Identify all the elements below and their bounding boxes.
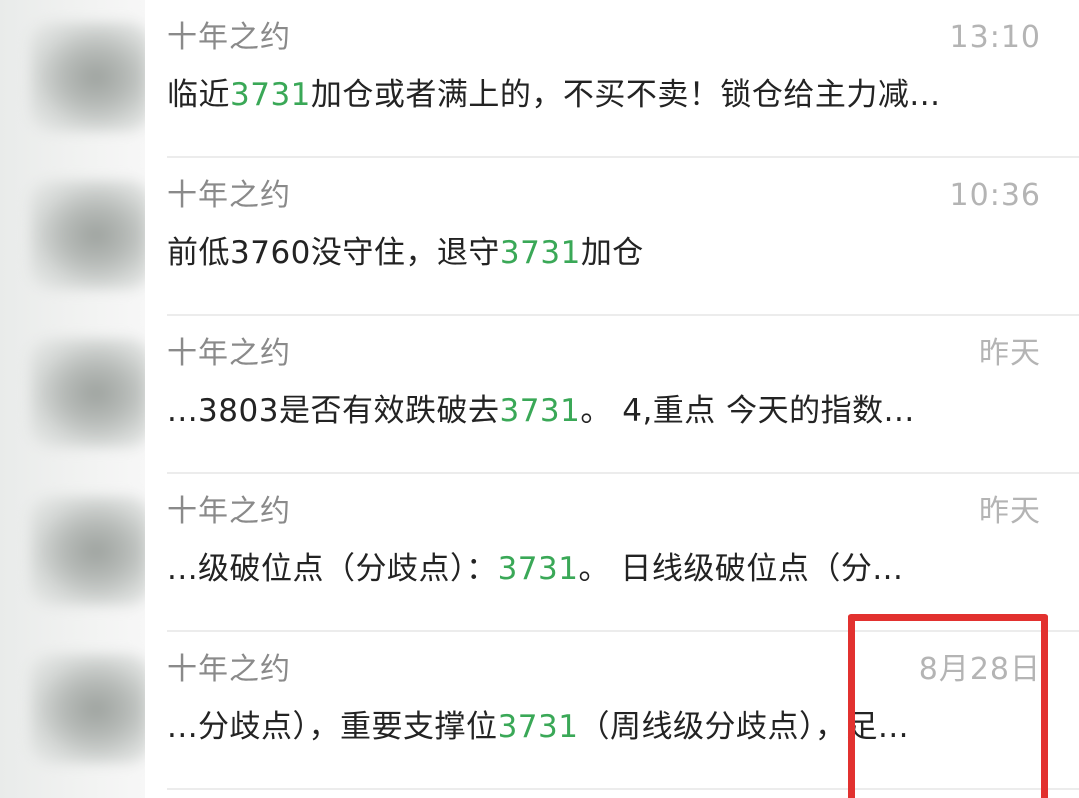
sender-name: 十年之约: [167, 178, 291, 213]
blurred-avatar-column: [0, 0, 145, 798]
message-snippet: ...级破位点（分歧点）：3731。 日线级破位点（分...: [167, 547, 903, 591]
sender-name: 十年之约: [167, 494, 291, 529]
message-time: 10:36: [949, 178, 1041, 213]
message-snippet: 临近3731加仓或者满上的，不买不卖！锁仓给主力减...: [167, 73, 940, 117]
sender-name: 十年之约: [167, 652, 291, 687]
message-time: 13:10: [949, 20, 1041, 55]
avatar[interactable]: [30, 338, 145, 448]
keyword-highlight: 3731: [497, 551, 579, 587]
avatar[interactable]: [30, 654, 145, 764]
list-item[interactable]: 十年之约 昨天 ...级破位点（分歧点）：3731。 日线级破位点（分...: [167, 474, 1079, 632]
message-snippet: ...分歧点），重要支撑位3731（周线级分歧点），足...: [167, 705, 909, 749]
message-snippet: 前低3760没守住，退守3731加仓: [167, 231, 644, 275]
avatar[interactable]: [30, 496, 145, 606]
message-time: 昨天: [979, 494, 1041, 529]
keyword-highlight: 3731: [499, 393, 581, 429]
snippet-text: 临近: [167, 77, 230, 113]
avatar[interactable]: [30, 180, 145, 290]
list-item[interactable]: 十年之约 昨天 ...3803是否有效跌破去3731。 4,重点 今天的指数..…: [167, 316, 1079, 474]
annotation-highlight-box: [848, 614, 1048, 798]
snippet-text: ...3803是否有效跌破去: [167, 393, 500, 429]
avatar[interactable]: [30, 22, 145, 132]
message-time: 昨天: [979, 336, 1041, 371]
snippet-text: 前低3760没守住，退守: [167, 235, 500, 271]
snippet-text: ...分歧点），重要支撑位: [167, 709, 498, 745]
snippet-text: 加仓或者满上的，不买不卖！锁仓给主力减...: [310, 77, 941, 113]
sender-name: 十年之约: [167, 20, 291, 55]
keyword-highlight: 3731: [497, 709, 579, 745]
snippet-text: 。 日线级破位点（分...: [578, 551, 904, 587]
list-item[interactable]: 十年之约 13:10 临近3731加仓或者满上的，不买不卖！锁仓给主力减...: [167, 0, 1079, 158]
snippet-text: ...级破位点（分歧点）：: [167, 551, 498, 587]
message-snippet: ...3803是否有效跌破去3731。 4,重点 今天的指数...: [167, 389, 915, 433]
list-item[interactable]: 十年之约 10:36 前低3760没守住，退守3731加仓: [167, 158, 1079, 316]
search-results-screen: 十年之约 13:10 临近3731加仓或者满上的，不买不卖！锁仓给主力减... …: [0, 0, 1079, 798]
keyword-highlight: 3731: [499, 235, 581, 271]
sender-name: 十年之约: [167, 336, 291, 371]
keyword-highlight: 3731: [230, 77, 311, 113]
snippet-text: 加仓: [580, 235, 644, 271]
snippet-text: 。 4,重点 今天的指数...: [580, 393, 915, 429]
